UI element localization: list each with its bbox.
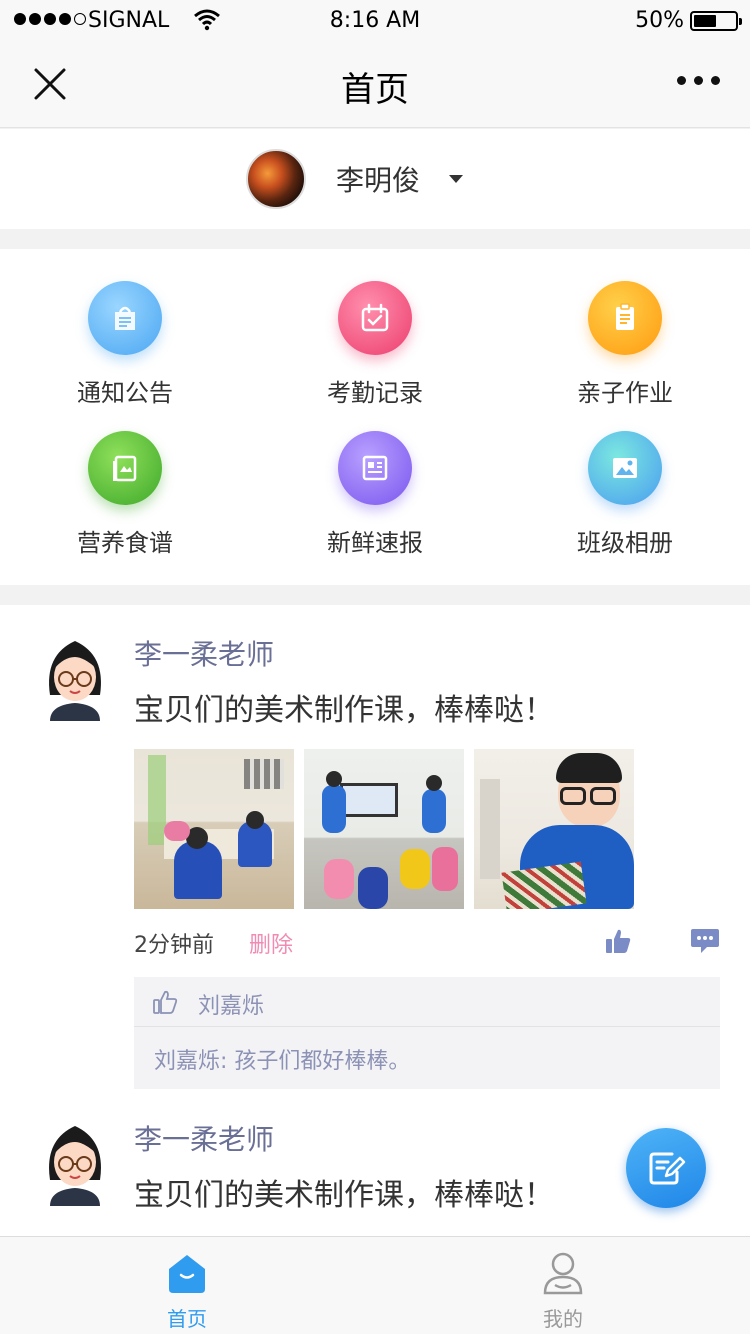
child-selector[interactable]: 李明俊 (0, 129, 750, 229)
post-photo[interactable] (134, 749, 294, 909)
post-timestamp: 2分钟前 (134, 933, 214, 958)
caret-down-icon (449, 175, 463, 183)
post-item: 李一柔老师 宝贝们的美术制作课，棒棒哒！ (0, 605, 750, 1105)
post-author[interactable]: 李一柔老师 (134, 633, 274, 673)
photo-gallery (134, 749, 634, 909)
likes-row: 刘嘉烁 (134, 977, 720, 1027)
post-photo[interactable] (304, 749, 464, 909)
edit-note-icon (649, 1152, 686, 1185)
status-bar: SIGNAL 8:16 AM 50% (0, 0, 750, 40)
tab-mine[interactable]: 我的 (463, 1237, 663, 1334)
comment-text[interactable]: 刘嘉烁: 孩子们都好棒棒。 (154, 1043, 410, 1075)
feature-label: 班级相册 (577, 529, 673, 557)
album-icon (588, 431, 662, 505)
feature-label: 考勤记录 (327, 379, 423, 407)
home-icon (169, 1255, 205, 1293)
thumbs-up-icon[interactable] (604, 927, 632, 955)
attendance-icon (338, 281, 412, 355)
feature-label: 通知公告 (77, 379, 173, 407)
child-avatar (246, 149, 306, 209)
nav-bar: 首页 (0, 40, 750, 128)
recipe-icon (88, 431, 162, 505)
battery-icon (690, 11, 742, 31)
feature-label: 新鲜速报 (327, 529, 423, 557)
user-icon (543, 1252, 583, 1295)
tab-bar: 首页 我的 (0, 1236, 750, 1334)
feature-album[interactable]: 班级相册 (500, 431, 750, 581)
thumbs-up-outline-icon (153, 990, 178, 1014)
feature-attendance[interactable]: 考勤记录 (250, 281, 500, 431)
teacher-avatar[interactable] (40, 1120, 110, 1206)
page-title: 首页 (341, 70, 409, 110)
feature-recipe[interactable]: 营养食谱 (0, 431, 250, 581)
like-user-name[interactable]: 刘嘉烁 (198, 988, 264, 1020)
more-icon[interactable] (677, 76, 720, 85)
tab-home[interactable]: 首页 (87, 1237, 287, 1334)
battery-percent: 50% (635, 8, 684, 33)
feature-label: 营养食谱 (77, 529, 173, 557)
feature-notice[interactable]: 通知公告 (0, 281, 250, 431)
teacher-avatar[interactable] (40, 635, 110, 721)
post-text: 宝贝们的美术制作课，棒棒哒！ (134, 1178, 554, 1213)
comments-panel: 刘嘉烁 刘嘉烁: 孩子们都好棒棒。 (134, 977, 720, 1089)
news-icon (338, 431, 412, 505)
comment-icon[interactable] (690, 927, 720, 955)
tab-label: 首页 (167, 1307, 207, 1331)
homework-icon (588, 281, 662, 355)
feature-label: 亲子作业 (577, 379, 673, 407)
notice-icon (88, 281, 162, 355)
tab-label: 我的 (543, 1307, 583, 1331)
feature-grid: 通知公告 考勤记录 亲子作业 营养食谱 新鲜速报 班级相册 (0, 249, 750, 585)
feature-homework[interactable]: 亲子作业 (500, 281, 750, 431)
feature-news[interactable]: 新鲜速报 (250, 431, 500, 581)
post-author[interactable]: 李一柔老师 (134, 1118, 274, 1158)
compose-button[interactable] (626, 1128, 706, 1208)
post-photo[interactable] (474, 749, 634, 909)
child-name: 李明俊 (336, 164, 421, 197)
post-text: 宝贝们的美术制作课，棒棒哒！ (134, 693, 554, 728)
delete-button[interactable]: 删除 (249, 927, 293, 959)
